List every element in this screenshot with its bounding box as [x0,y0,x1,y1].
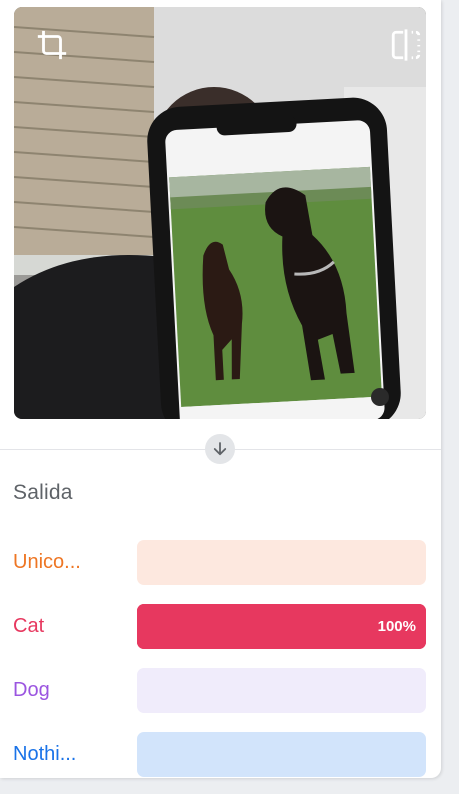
confidence-bar [137,732,426,777]
arrow-down-button[interactable] [205,434,235,464]
flip-horizontal-icon [391,29,421,61]
webcam-image [14,7,426,419]
class-row: Dog [0,668,441,714]
class-label: Unico... [13,551,81,573]
confidence-percent: 100% [377,618,416,635]
class-row: Cat 100% [0,604,441,650]
class-label: Nothi... [13,743,77,765]
class-label: Dog [13,679,50,701]
flip-button[interactable] [388,27,424,63]
confidence-bar [137,668,426,713]
output-title: Salida [13,481,73,504]
class-row: Unico... [0,540,441,586]
class-label: Cat [13,615,45,637]
arrow-down-icon [213,442,227,456]
confidence-bar: 100% [137,604,426,649]
confidence-bar [137,540,426,585]
crop-button[interactable] [34,27,70,63]
crop-icon [37,30,67,60]
webcam-preview [14,7,426,419]
class-row: Nothi... [0,732,441,778]
classifier-card: Salida Unico... Cat 100% Dog Nothi... [0,0,441,778]
